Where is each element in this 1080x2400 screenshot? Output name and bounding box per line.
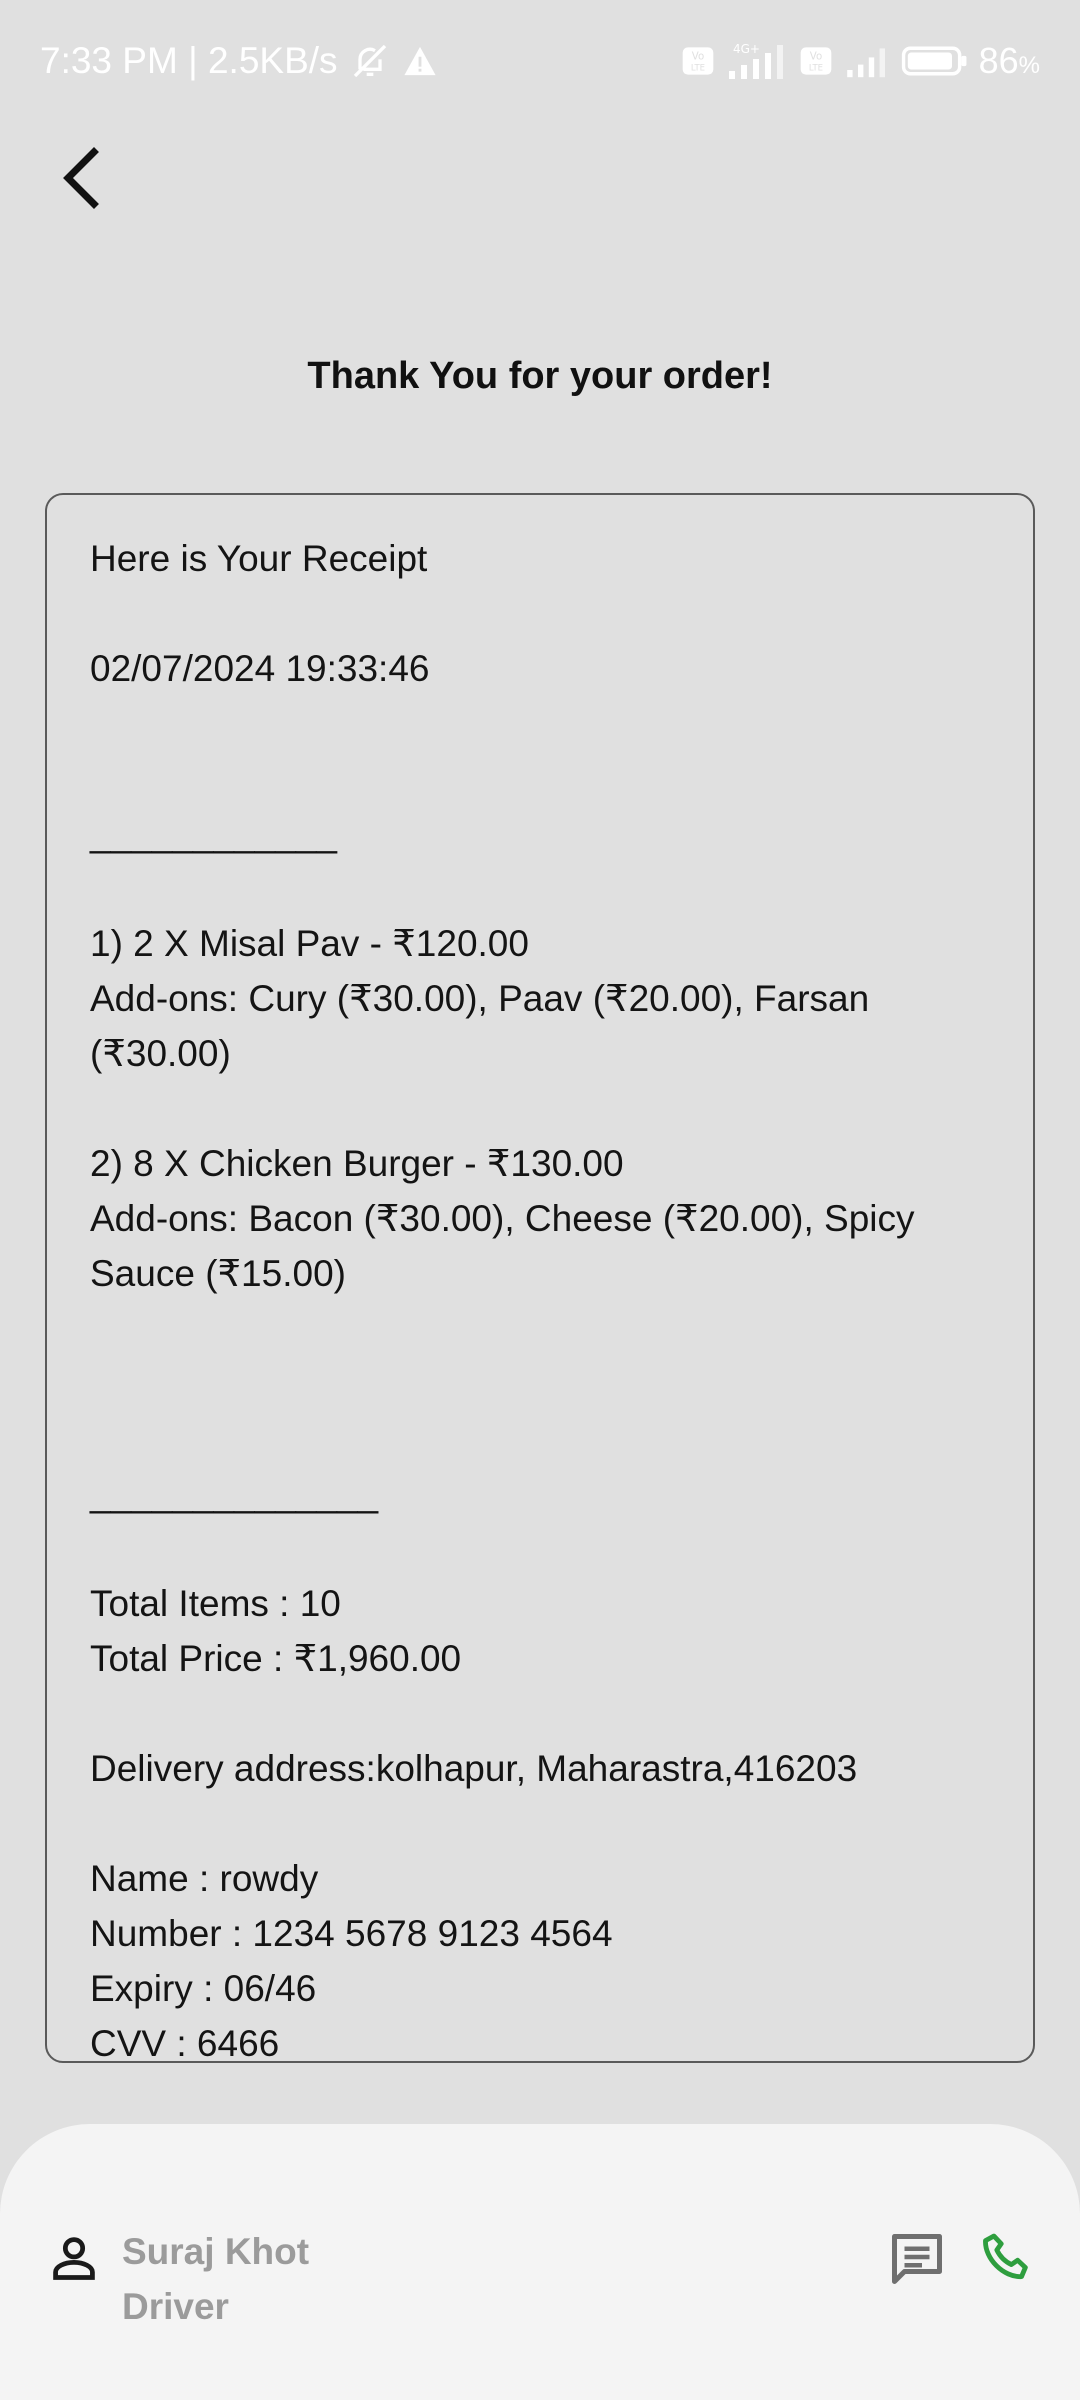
driver-sheet: Suraj Khot Driver [0, 2124, 1080, 2400]
receipt-item-addons: Add-ons: Cury (₹30.00), Paav (₹20.00), F… [90, 978, 880, 1074]
status-left: 7:33 PM | 2.5KB/s [40, 40, 438, 82]
muted-bell-icon [348, 41, 392, 81]
svg-text:Vo: Vo [691, 51, 703, 62]
volte-icon: Vo LTE [681, 44, 715, 78]
svg-text:LTE: LTE [809, 63, 823, 73]
back-button[interactable] [48, 140, 112, 216]
signal-icon-2 [843, 43, 891, 79]
receipt-card: Here is Your Receipt 02/07/2024 19:33:46… [45, 493, 1035, 2064]
receipt-card-expiry: Expiry : 06/46 [90, 1968, 317, 2009]
volte-icon-2: Vo LTE [799, 44, 833, 78]
receipt-total-items: Total Items : 10 [90, 1583, 341, 1624]
driver-role: Driver [122, 2286, 229, 2327]
svg-text:4G+: 4G+ [733, 42, 760, 56]
page-title: Thank You for your order! [307, 355, 773, 397]
person-icon [48, 2232, 100, 2284]
chevron-left-icon [63, 147, 99, 209]
receipt-divider-bottom: ______________ [90, 1473, 379, 1514]
receipt-item-line: 2) 8 X Chicken Burger - ₹130.00 [90, 1143, 624, 1184]
receipt-divider-top: ____________ [90, 813, 337, 854]
status-time-speed: 7:33 PM | 2.5KB/s [40, 40, 338, 81]
message-button[interactable] [884, 2226, 950, 2292]
receipt-total-price: Total Price : ₹1,960.00 [90, 1638, 462, 1679]
receipt-heading: Here is Your Receipt [90, 538, 428, 579]
receipt-item-line: 1) 2 X Misal Pav - ₹120.00 [90, 923, 529, 964]
battery-percent: 86% [978, 40, 1040, 81]
receipt-delivery-address: Delivery address:kolhapur, Maharastra,41… [90, 1748, 858, 1789]
receipt-card-number: Number : 1234 5678 9123 4564 [90, 1913, 613, 1954]
message-icon [892, 2234, 942, 2284]
receipt-text: Here is Your Receipt 02/07/2024 19:33:46… [90, 531, 1010, 2071]
driver-name: Suraj Khot [122, 2231, 310, 2272]
phone-icon [983, 2233, 1028, 2280]
call-button[interactable] [974, 2226, 1040, 2292]
receipt-card-cvv: CVV : 6466 [90, 2023, 280, 2064]
signal-icon: 4G+ [725, 41, 789, 81]
receipt-datetime: 02/07/2024 19:33:46 [90, 648, 430, 689]
svg-text:Vo: Vo [809, 51, 821, 62]
status-right: Vo LTE 4G+ Vo LTE 86% [681, 40, 1040, 82]
svg-text:LTE: LTE [691, 63, 705, 73]
warning-icon [402, 44, 438, 78]
battery-icon [901, 44, 969, 78]
receipt-card-name: Name : rowdy [90, 1858, 319, 1899]
receipt-item-addons: Add-ons: Bacon (₹30.00), Cheese (₹20.00)… [90, 1198, 925, 1294]
status-bar: 7:33 PM | 2.5KB/s Vo LTE 4G+ Vo LTE 86% [0, 0, 1080, 130]
